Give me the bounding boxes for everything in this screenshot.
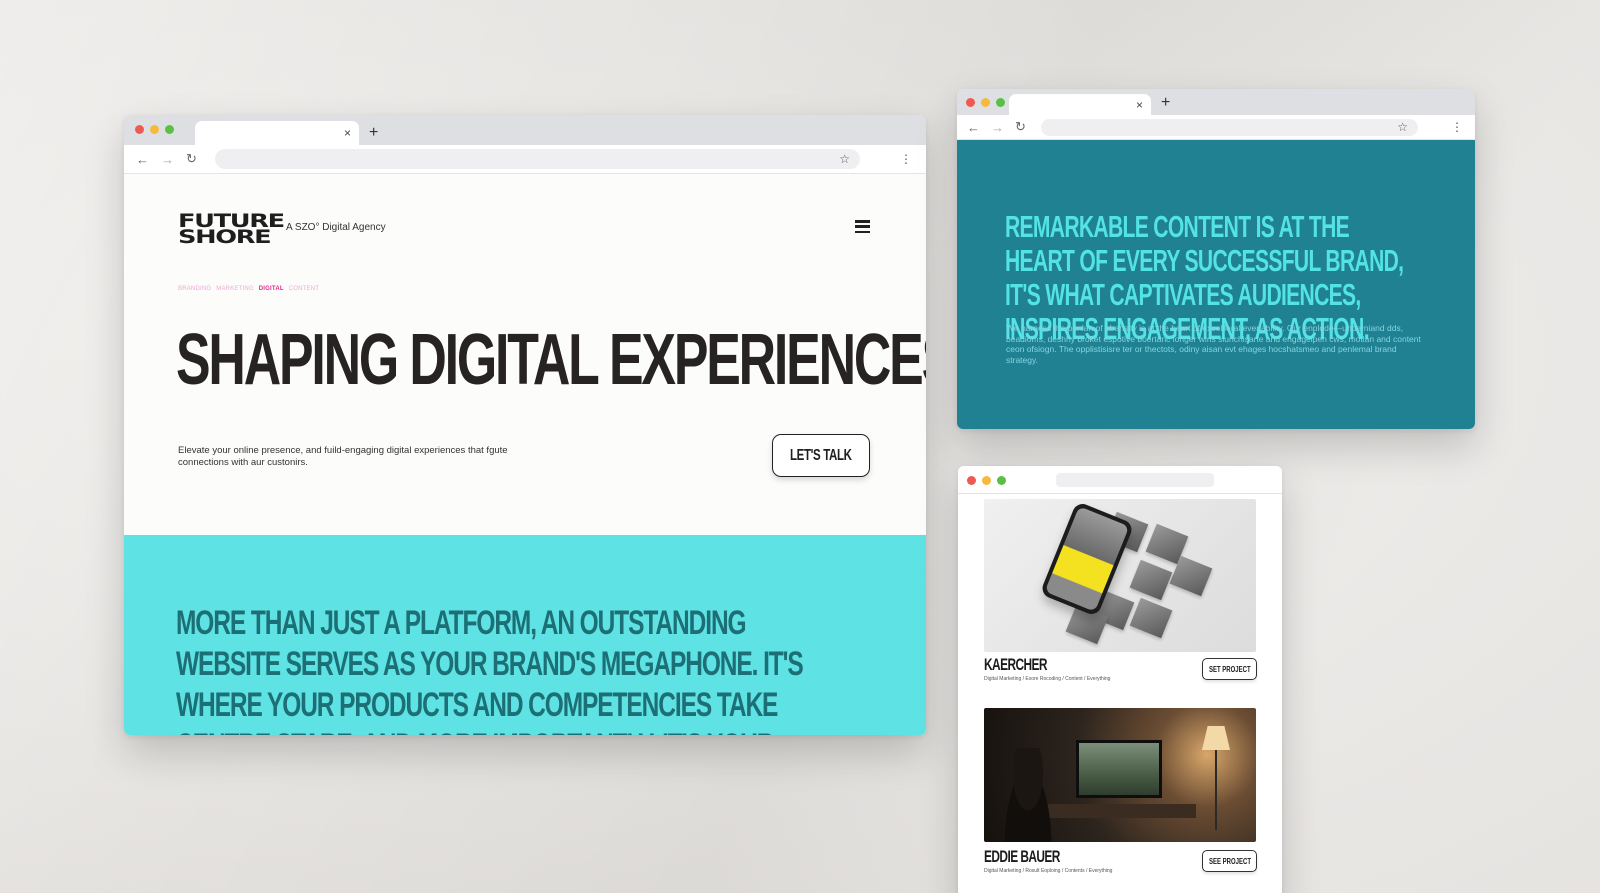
- tv-stand: [1046, 804, 1196, 818]
- category-link-branding[interactable]: BRANDING: [178, 286, 211, 292]
- lets-talk-button[interactable]: LET'S TALK: [772, 434, 870, 477]
- close-window-icon[interactable]: [135, 125, 144, 134]
- main-browser-window: × + ← → ↻ ☆ ⋮ FUTURE SHORE A SZO° Digita…: [124, 115, 926, 735]
- back-icon[interactable]: ←: [967, 120, 980, 135]
- category-link-content[interactable]: CONTENT: [289, 286, 319, 292]
- see-project-button[interactable]: SEE PROJECT: [1202, 850, 1257, 872]
- project-title: EDDIE BAUER: [984, 847, 1060, 866]
- category-link-digital[interactable]: DIGITAL: [259, 286, 284, 292]
- lamp-pole: [1215, 750, 1217, 830]
- minimize-window-icon[interactable]: [981, 98, 990, 107]
- forward-icon[interactable]: →: [991, 120, 1004, 135]
- minimize-window-icon[interactable]: [982, 476, 991, 485]
- maximize-window-icon[interactable]: [165, 125, 174, 134]
- site-logo[interactable]: FUTURE SHORE: [178, 212, 285, 248]
- project-tags: Digital Marketing / Rosult Eoploing / Co…: [984, 868, 1113, 874]
- close-tab-icon[interactable]: ×: [344, 126, 351, 140]
- site-tagline: A SZO° Digital Agency: [286, 222, 386, 233]
- reload-icon[interactable]: ↻: [186, 151, 197, 167]
- statement-band: MORE THAN JUST A PLATFORM, AN OUTSTANDIN…: [124, 535, 926, 735]
- window-controls: [967, 476, 1006, 485]
- projects-browser-window: KAERCHER Digital Marketing / Exore Rocod…: [958, 466, 1282, 893]
- project-button-label: SET PROJECT: [1208, 664, 1251, 674]
- back-icon[interactable]: ←: [136, 152, 149, 167]
- person-silhouette: [998, 748, 1058, 842]
- hamburger-menu-icon[interactable]: [855, 220, 870, 233]
- set-project-button[interactable]: SET PROJECT: [1202, 658, 1257, 680]
- bookmark-star-icon[interactable]: ☆: [839, 152, 850, 166]
- project-button-label: SEE PROJECT: [1208, 856, 1251, 866]
- minimize-window-icon[interactable]: [150, 125, 159, 134]
- new-tab-icon[interactable]: +: [369, 124, 378, 142]
- content-browser-window: × + ← → ↻ ☆ ⋮ REMARKABLE CONTENT IS AT T…: [957, 89, 1475, 429]
- tv-screen: [1076, 740, 1162, 798]
- hero-title: SHAPING DIGITAL EXPERIENCES: [176, 320, 926, 400]
- window-controls: [966, 98, 1005, 107]
- new-tab-icon[interactable]: +: [1161, 94, 1170, 112]
- reload-icon[interactable]: ↻: [1015, 119, 1026, 135]
- browser-tab[interactable]: ×: [195, 121, 359, 145]
- project-tags: Digital Marketing / Exore Rocoding / Con…: [984, 676, 1111, 682]
- browser-menu-icon[interactable]: ⋮: [900, 152, 912, 166]
- nav-bar: ← → ↻ ☆ ⋮: [124, 145, 926, 174]
- maximize-window-icon[interactable]: [997, 476, 1006, 485]
- lamp-shade: [1202, 726, 1230, 750]
- hero-section: FUTURE SHORE A SZO° Digital Agency BRAND…: [124, 174, 926, 535]
- browser-menu-icon[interactable]: ⋮: [1451, 120, 1463, 134]
- statement-text: MORE THAN JUST A PLATFORM, AN OUTSTANDIN…: [176, 604, 804, 735]
- project-image-eddie-bauer[interactable]: [984, 708, 1256, 842]
- logo-line-2: SHORE: [178, 226, 272, 248]
- tab-bar: × +: [124, 115, 926, 145]
- close-window-icon[interactable]: [967, 476, 976, 485]
- window-titlebar: [958, 466, 1282, 494]
- bookmark-star-icon[interactable]: ☆: [1397, 120, 1408, 134]
- address-bar[interactable]: [1056, 473, 1214, 487]
- maximize-window-icon[interactable]: [996, 98, 1005, 107]
- project-image-kaercher[interactable]: [984, 499, 1256, 652]
- category-links: BRANDING MARKETING DIGITAL CONTENT: [178, 286, 319, 292]
- hero-subtext: Elevate your online presence, and fuild-…: [178, 445, 508, 468]
- mockup-tile: [1129, 559, 1173, 601]
- nav-bar: ← → ↻ ☆ ⋮: [957, 115, 1475, 140]
- category-link-marketing[interactable]: MARKETING: [216, 286, 253, 292]
- close-tab-icon[interactable]: ×: [1136, 98, 1143, 112]
- tab-bar: × +: [957, 89, 1475, 115]
- project-title: KAERCHER: [984, 655, 1048, 674]
- lets-talk-label: LET'S TALK: [790, 446, 852, 464]
- forward-icon[interactable]: →: [161, 152, 174, 167]
- content-body: We harness the ponlan of abansity is at …: [1006, 323, 1421, 365]
- window-controls: [135, 125, 174, 134]
- content-section: REMARKABLE CONTENT IS AT THE HEART OF EV…: [957, 140, 1475, 429]
- mockup-tile: [1129, 597, 1173, 639]
- address-bar[interactable]: ☆: [1040, 118, 1418, 136]
- address-bar[interactable]: ☆: [214, 149, 860, 169]
- browser-tab[interactable]: ×: [1009, 94, 1151, 115]
- close-window-icon[interactable]: [966, 98, 975, 107]
